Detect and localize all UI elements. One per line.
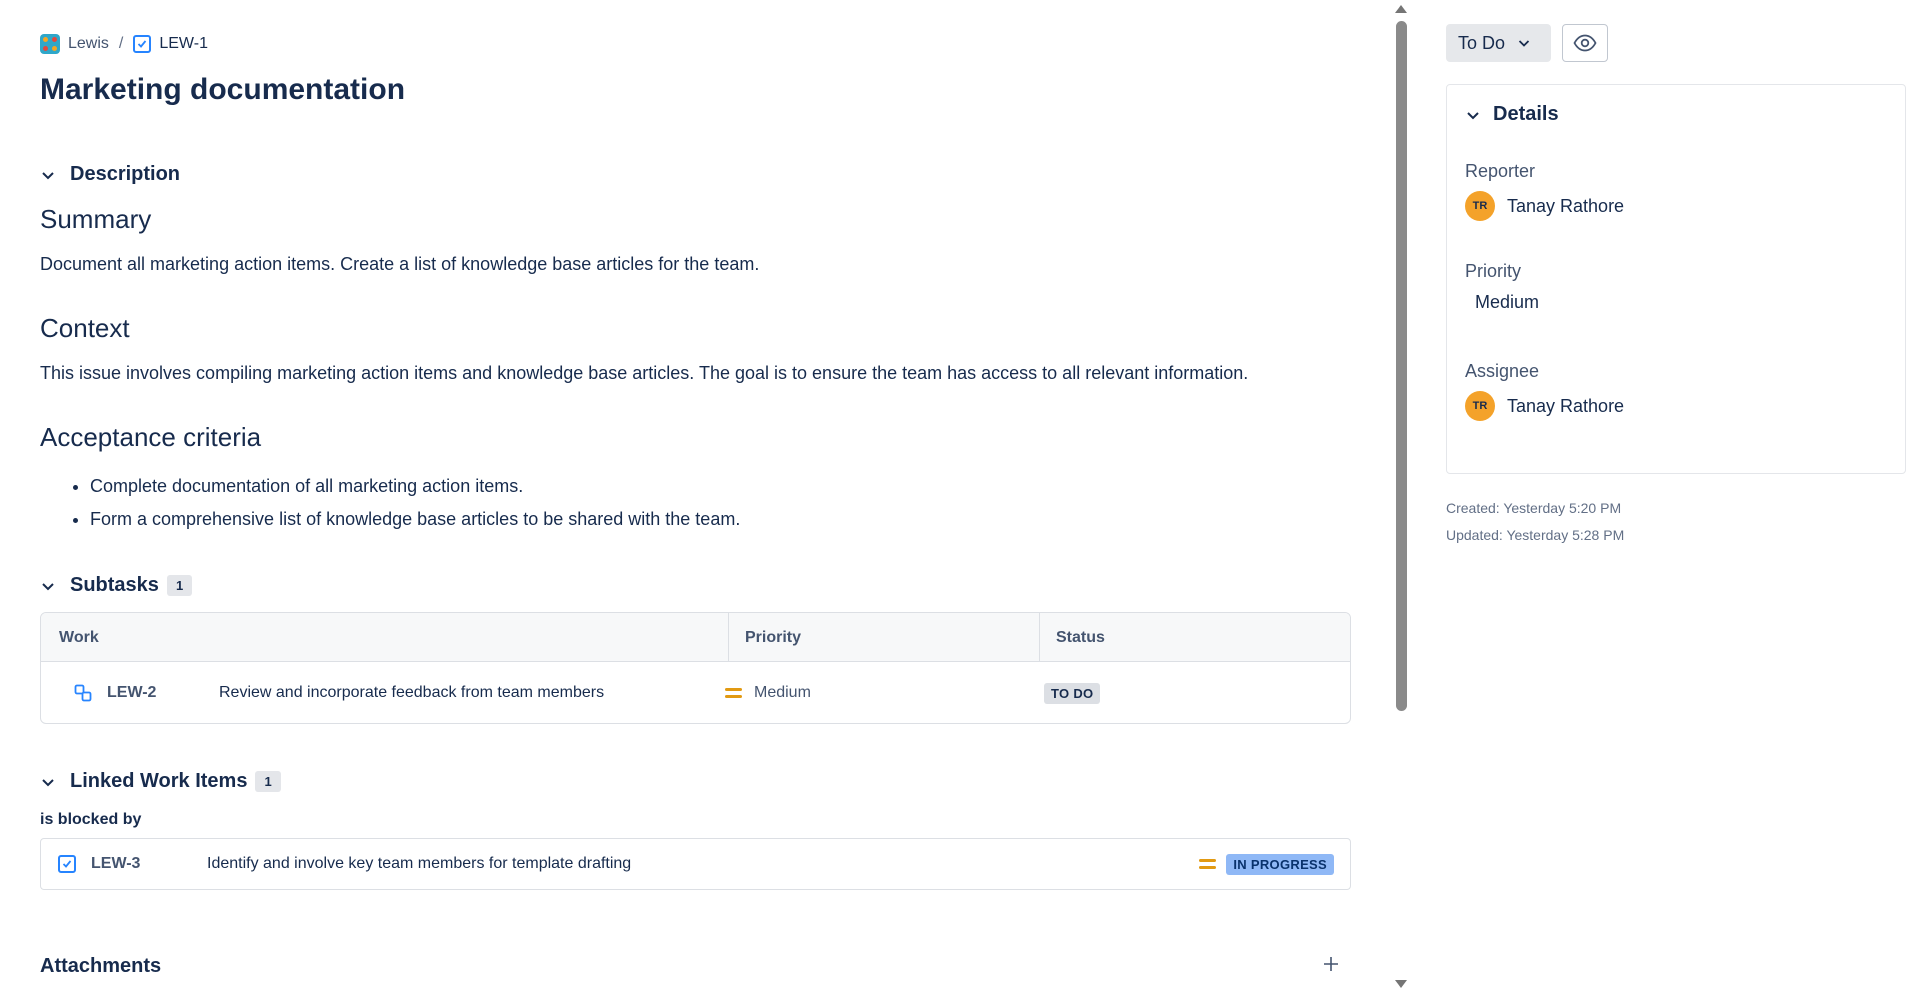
chevron-down-icon xyxy=(42,582,54,590)
column-divider xyxy=(728,613,729,662)
status-dropdown-button[interactable]: To Do xyxy=(1446,24,1551,62)
updated-timestamp: Updated: Yesterday 5:28 PM xyxy=(1446,527,1625,543)
summary-heading: Summary xyxy=(40,204,152,234)
list-item: Complete documentation of all marketing … xyxy=(90,470,740,503)
scroll-down-arrow[interactable] xyxy=(1395,980,1407,988)
subtask-key-link[interactable]: LEW-2 xyxy=(107,662,156,723)
chevron-down-icon xyxy=(42,171,54,179)
reporter-label: Reporter xyxy=(1465,161,1536,181)
scrollbar-thumb[interactable] xyxy=(1396,21,1407,711)
description-section-toggle[interactable]: Description xyxy=(40,163,180,186)
priority-value: Medium xyxy=(1475,292,1540,312)
avatar: TR xyxy=(1465,391,1495,421)
scroll-up-arrow[interactable] xyxy=(1395,5,1407,13)
table-header: Work Priority Status xyxy=(41,613,1350,662)
link-relation-label: is blocked by xyxy=(40,811,142,828)
reporter-name: Tanay Rathore xyxy=(1507,195,1625,216)
watch-button[interactable] xyxy=(1562,24,1608,62)
subtasks-heading: Subtasks xyxy=(70,574,159,596)
subtask-icon-cell xyxy=(74,662,92,723)
linked-items-heading: Linked Work Items xyxy=(70,770,248,792)
subtasks-section-toggle[interactable]: Subtasks 1 xyxy=(40,574,193,597)
column-header-status[interactable]: Status xyxy=(1056,613,1105,662)
breadcrumb-issue-link[interactable]: LEW-1 xyxy=(159,35,208,53)
linked-items-section-toggle[interactable]: Linked Work Items 1 xyxy=(40,770,281,793)
details-heading: Details xyxy=(1493,103,1559,125)
breadcrumb-project-link[interactable]: Lewis xyxy=(68,35,109,53)
assignee-field[interactable]: TR Tanay Rathore xyxy=(1465,391,1624,421)
context-heading: Context xyxy=(40,313,130,343)
summary-text: Document all marketing action items. Cre… xyxy=(40,254,760,274)
details-section-toggle[interactable]: Details xyxy=(1465,103,1559,126)
chevron-down-icon xyxy=(1518,40,1530,47)
list-item: Form a comprehensive list of knowledge b… xyxy=(90,503,740,536)
chevron-down-icon xyxy=(42,778,54,786)
assignee-name: Tanay Rathore xyxy=(1507,395,1625,416)
issue-main-column: Lewis / LEW-1 Marketing documentation De… xyxy=(40,0,1352,988)
linked-item-summary-link[interactable]: Identify and involve key team members fo… xyxy=(207,855,1199,873)
subtasks-table: Work Priority Status LEW-2 Review and in… xyxy=(40,612,1351,724)
table-row[interactable]: LEW-2 Review and incorporate feedback fr… xyxy=(41,662,1350,723)
priority-medium-icon xyxy=(725,688,742,698)
subtask-summary-link[interactable]: Review and incorporate feedback from tea… xyxy=(219,662,604,723)
column-divider xyxy=(1039,613,1040,662)
linked-item-key-link[interactable]: LEW-3 xyxy=(91,855,207,873)
status-badge: TO DO xyxy=(1044,682,1101,704)
column-header-work[interactable]: Work xyxy=(59,613,99,662)
subtask-priority[interactable]: Medium xyxy=(725,662,811,723)
linked-items-count-badge: 1 xyxy=(255,771,281,792)
subtask-icon xyxy=(74,684,92,702)
plus-icon[interactable] xyxy=(1322,955,1340,973)
breadcrumb: Lewis / LEW-1 xyxy=(40,34,208,54)
project-icon xyxy=(40,34,60,54)
task-checkbox-icon xyxy=(133,35,152,53)
priority-medium-icon xyxy=(1199,859,1217,869)
acceptance-list: Complete documentation of all marketing … xyxy=(90,470,740,536)
task-checkbox-icon xyxy=(58,855,76,873)
subtasks-count-badge: 1 xyxy=(166,575,193,596)
priority-label: Priority xyxy=(1465,261,1522,281)
column-header-priority[interactable]: Priority xyxy=(745,613,801,662)
status-button-label: To Do xyxy=(1458,32,1506,53)
details-panel: Details Reporter TR Tanay Rathore Priori… xyxy=(1446,84,1906,474)
priority-field[interactable]: Medium xyxy=(1475,292,1539,313)
avatar: TR xyxy=(1465,191,1495,221)
context-text: This issue involves compiling marketing … xyxy=(40,363,1249,383)
attachments-heading: Attachments xyxy=(40,955,162,977)
description-heading: Description xyxy=(70,163,181,185)
assignee-label: Assignee xyxy=(1465,361,1540,381)
list-item[interactable]: LEW-3 Identify and involve key team memb… xyxy=(40,838,1351,890)
chevron-down-icon xyxy=(1467,111,1479,119)
status-badge[interactable]: IN PROGRESS xyxy=(1226,853,1334,875)
breadcrumb-separator: / xyxy=(118,35,124,52)
subtask-status[interactable]: TO DO xyxy=(1044,662,1101,723)
acceptance-heading: Acceptance criteria xyxy=(40,422,262,452)
created-timestamp: Created: Yesterday 5:20 PM xyxy=(1446,500,1622,516)
eye-icon xyxy=(1573,34,1597,52)
reporter-field[interactable]: TR Tanay Rathore xyxy=(1465,191,1624,221)
subtask-priority-label: Medium xyxy=(754,684,811,701)
page-title[interactable]: Marketing documentation xyxy=(40,73,405,107)
